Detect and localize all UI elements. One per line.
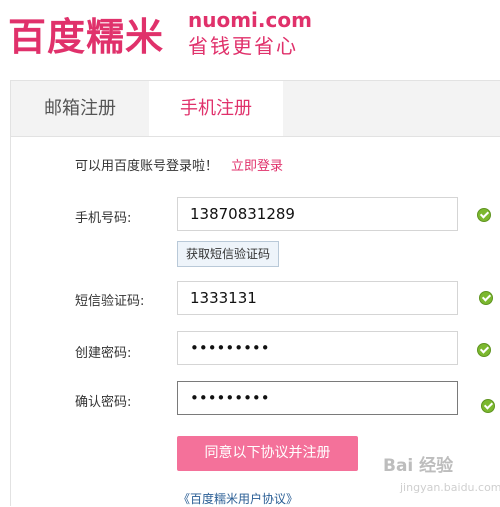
phone-label: 手机号码:: [75, 211, 132, 226]
watermark-url: jingyan.baidu.com: [400, 481, 500, 494]
brand-domain: nuomi.com: [188, 8, 312, 32]
password-input[interactable]: •••••••••: [177, 331, 458, 365]
sms-code-input[interactable]: 1333131: [177, 281, 458, 315]
password-label: 创建密码:: [75, 346, 132, 361]
login-now-link[interactable]: 立即登录: [231, 155, 283, 174]
tab-email-register[interactable]: 邮箱注册: [11, 81, 149, 136]
confirm-password-label: 确认密码:: [75, 395, 132, 410]
baidu-login-hint: 可以用百度账号登录啦！: [75, 159, 219, 174]
confirm-password-valid-check-icon: [481, 399, 495, 413]
phone-input[interactable]: 13870831289: [177, 197, 458, 231]
brand-slogan: 省钱更省心: [188, 34, 298, 58]
password-valid-check-icon: [477, 343, 491, 357]
confirm-password-input[interactable]: •••••••••: [177, 381, 458, 415]
registration-tabs: 邮箱注册 手机注册: [10, 80, 500, 138]
brand-logo[interactable]: 百度糯米: [8, 6, 164, 61]
phone-valid-check-icon: [477, 208, 491, 222]
sms-code-label: 短信验证码:: [75, 294, 145, 309]
user-agreement-link[interactable]: 《百度糯米用户协议》: [178, 490, 298, 507]
baidu-jingyan-watermark: Bai 经验: [383, 456, 454, 476]
agree-and-register-button[interactable]: 同意以下协议并注册: [177, 436, 358, 471]
sms-code-valid-check-icon: [479, 291, 493, 305]
tab-phone-register[interactable]: 手机注册: [149, 81, 283, 138]
get-sms-code-button[interactable]: 获取短信验证码: [177, 241, 279, 267]
